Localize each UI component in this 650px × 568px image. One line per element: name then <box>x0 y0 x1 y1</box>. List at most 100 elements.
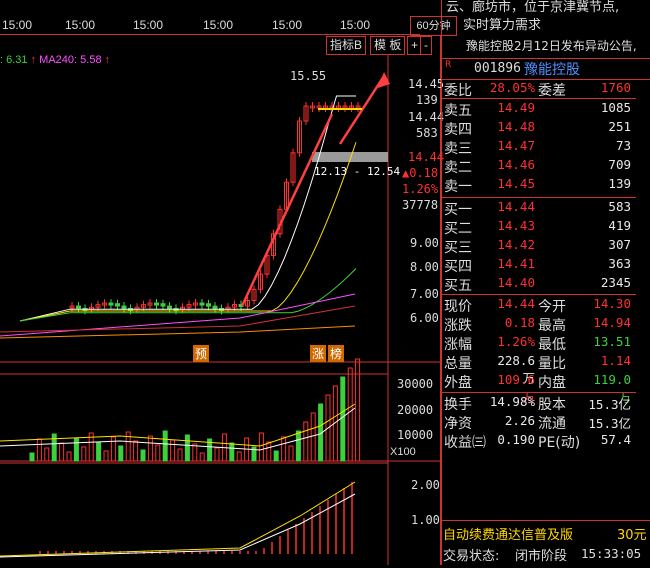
stat-value: 57.4 <box>600 432 631 447</box>
news-headline[interactable]: 豫能控股2月12日发布异动公告, <box>466 37 637 54</box>
stat-value: 14.30 <box>593 296 631 311</box>
volume-bar <box>81 446 87 462</box>
stat-label: 总量 <box>444 356 472 372</box>
time-axis: 15:00 15:00 15:00 15:00 15:00 15:00 <box>0 16 420 35</box>
axis-vol-1: 139 <box>416 93 438 107</box>
axis-price-2: 14.44 <box>408 110 445 124</box>
indicator-button[interactable]: 指标B <box>326 36 367 55</box>
ma-legend: : 6.31 ↑ MA240: 5.58 ↑ <box>0 54 111 66</box>
volume-bar <box>118 445 124 462</box>
chart-toolbar: 指标B 模 板 + - <box>0 36 440 55</box>
bid-row[interactable]: 买三 14.42 307 <box>441 237 636 256</box>
last-price-label: 14.44 <box>408 150 445 164</box>
time-tick: 15:00 <box>2 18 33 32</box>
time-tick: 15:00 <box>272 18 303 32</box>
ask-volume: 709 <box>608 157 631 172</box>
bid-volume: 583 <box>608 199 631 214</box>
ask-label: 卖五 <box>444 103 472 119</box>
range-label: 12.13 - 12.54 <box>314 165 401 178</box>
ask-row[interactable]: 卖三 14.47 73 <box>441 138 636 157</box>
bid-volume: 307 <box>608 237 631 252</box>
main-price-panel <box>0 72 390 339</box>
stat-label: 收益㈢ <box>444 435 486 451</box>
volume-bar <box>177 448 183 462</box>
stat-value: 15.3亿 <box>588 397 631 412</box>
stat-row: 涨幅 1.26% 最低 13.51 <box>441 334 636 353</box>
change-pct-label: 1.26% <box>402 182 439 196</box>
ask-volume: 139 <box>608 176 631 191</box>
macd-panel <box>0 481 356 558</box>
stat-value: 14.44 <box>497 296 535 311</box>
stat-value: 2.26 <box>504 413 535 428</box>
volume-bar <box>184 434 190 462</box>
stat-row: 外盘 109.6万 内盘 119.0万 <box>441 372 636 405</box>
stat-row: 净资 2.26 流通 15.3亿 <box>441 413 636 432</box>
time-tick: 15:00 <box>203 18 234 32</box>
stat-label: 今开 <box>538 299 566 315</box>
bid-price: 14.44 <box>497 199 535 214</box>
vol-tick: 20000 <box>397 403 434 417</box>
candle <box>108 302 114 306</box>
zoom-out-button[interactable]: - <box>420 36 432 55</box>
time-tick: 15:00 <box>133 18 164 32</box>
volume-bar <box>73 437 79 462</box>
stat-value: 0.18 <box>504 315 535 330</box>
volume-bar <box>310 412 316 462</box>
volume-bar <box>273 450 279 462</box>
volume-bar <box>281 436 287 462</box>
stock-name[interactable]: 豫能控股 <box>524 59 580 79</box>
stat-label: 最高 <box>538 318 566 334</box>
bid-volume: 419 <box>608 218 631 233</box>
wei-bi-value: 28.05% <box>489 80 535 95</box>
time-tick: 15:00 <box>65 18 96 32</box>
stat-label: 内盘 <box>538 375 566 391</box>
stock-header: R 001896 豫能控股 <box>441 58 650 80</box>
ask-row[interactable]: 卖四 14.48 251 <box>441 119 636 138</box>
macd-dif <box>0 493 356 558</box>
bid-row[interactable]: 买二 14.43 419 <box>441 218 636 237</box>
stat-row: 涨跌 0.18 最高 14.94 <box>441 315 636 334</box>
ask-row[interactable]: 卖二 14.46 709 <box>441 157 636 176</box>
ask-row[interactable]: 卖一 14.45 139 <box>441 176 636 195</box>
trend-arrow <box>240 113 334 307</box>
ask-volume: 1085 <box>600 100 631 115</box>
kline-chart-area[interactable] <box>0 36 441 565</box>
promo-text[interactable]: 自动续费通达信普及版 <box>443 524 573 543</box>
divider <box>441 98 636 99</box>
stat-label: 涨跌 <box>444 318 472 334</box>
ask-volume: 73 <box>615 138 631 153</box>
bid-row[interactable]: 买五 14.40 2345 <box>441 275 636 294</box>
macd-tick: 2.00 <box>411 478 440 492</box>
volume-bar <box>110 436 116 462</box>
stat-value: 15.3亿 <box>588 416 631 431</box>
annotation-bang[interactable]: 榜 <box>328 345 345 362</box>
ask-price: 14.49 <box>497 100 535 115</box>
macd-tick: 1.00 <box>411 513 440 527</box>
axis-price-1: 14.45 <box>408 77 445 91</box>
axis-tick: 7.00 <box>410 287 439 301</box>
bid-volume: 2345 <box>600 275 631 290</box>
volume-bar <box>266 441 272 462</box>
annotation-zhang[interactable]: 涨 <box>310 345 327 362</box>
bid-row[interactable]: 买一 14.44 583 <box>441 199 636 218</box>
ask-label: 卖四 <box>444 122 472 138</box>
promo-tag[interactable]: 30元 <box>617 524 647 543</box>
bid-row[interactable]: 买四 14.41 363 <box>441 256 636 275</box>
macd-dea <box>0 481 356 557</box>
wei-bi-label: 委比 <box>444 83 472 99</box>
candle <box>121 305 127 309</box>
annotation-yu[interactable]: 预 <box>193 345 210 362</box>
ask-row[interactable]: 卖五 14.49 1085 <box>441 100 636 119</box>
template-button[interactable]: 模 板 <box>370 36 406 55</box>
volume-bar <box>44 447 50 462</box>
volume-bar <box>133 440 139 462</box>
status-bar: 自动续费通达信普及版 30元 交易状态: 闭市阶段 15:33:05 <box>441 520 650 566</box>
volume-bar <box>51 433 57 462</box>
volume-bar <box>103 450 109 462</box>
axis-tick: 6.00 <box>410 311 439 325</box>
stat-label: 最低 <box>538 337 566 353</box>
volume-bar <box>36 438 42 462</box>
volume-bar <box>347 367 353 462</box>
stat-row: 现价 14.44 今开 14.30 <box>441 296 636 315</box>
bid-price: 14.40 <box>497 275 535 290</box>
